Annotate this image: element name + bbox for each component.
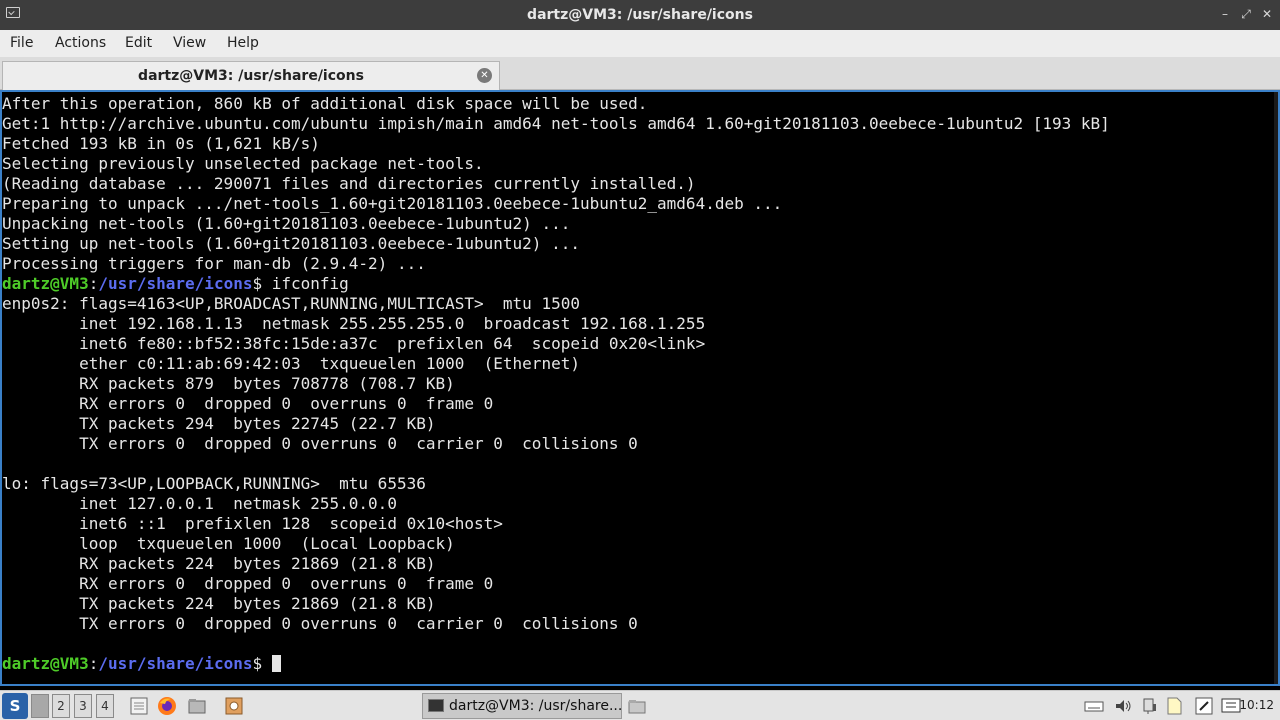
terminal-line: TX errors 0 dropped 0 overruns 0 carrier… bbox=[79, 434, 638, 453]
terminal-line: ether c0:11:ab:69:42:03 txqueuelen 1000 … bbox=[79, 354, 580, 373]
prompt-separator: : bbox=[88, 274, 99, 293]
terminal-line: RX packets 879 bytes 708778 (708.7 KB) bbox=[79, 374, 455, 393]
terminal-line: RX packets 224 bytes 21869 (21.8 KB) bbox=[79, 554, 436, 573]
terminal-task-icon bbox=[428, 699, 444, 712]
menu-help[interactable]: Help bbox=[227, 30, 259, 57]
clock: 10:12 bbox=[1239, 698, 1274, 712]
terminal-line: Setting up net-tools (1.60+git20181103.0… bbox=[2, 234, 580, 253]
terminal-line: Processing triggers for man-db (2.9.4-2)… bbox=[2, 254, 426, 273]
terminal-line: Fetched 193 kB in 0s (1,621 kB/s) bbox=[2, 134, 320, 153]
tab-terminal[interactable]: dartz@VM3: /usr/share/icons ✕ bbox=[2, 61, 500, 90]
command-text: ifconfig bbox=[262, 274, 349, 293]
workspace-1[interactable] bbox=[31, 694, 49, 718]
ifconfig-output: enp0s2: flags=4163<UP,BROADCAST,RUNNING,… bbox=[2, 294, 705, 633]
menu-edit[interactable]: Edit bbox=[125, 30, 152, 57]
tab-label: dartz@VM3: /usr/share/icons bbox=[138, 68, 364, 84]
terminal-scrollbar[interactable] bbox=[1274, 92, 1278, 684]
tab-close-icon[interactable]: ✕ bbox=[477, 68, 492, 83]
text-cursor bbox=[271, 655, 281, 672]
terminal-line: Get:1 http://archive.ubuntu.com/ubuntu i… bbox=[2, 114, 1110, 133]
tab-bar: dartz@VM3: /usr/share/icons ✕ bbox=[0, 57, 1280, 90]
maximize-button[interactable]: ⤢ bbox=[1239, 7, 1253, 21]
terminal-line: RX errors 0 dropped 0 overruns 0 frame 0 bbox=[79, 394, 494, 413]
terminal-line: RX errors 0 dropped 0 overruns 0 frame 0 bbox=[79, 574, 494, 593]
keyboard-icon[interactable] bbox=[1083, 695, 1105, 717]
folder-icon[interactable] bbox=[626, 695, 648, 717]
terminal-line: inet6 fe80::bf52:38fc:15de:a37c prefixle… bbox=[79, 334, 706, 353]
terminal-line: TX errors 0 dropped 0 overruns 0 carrier… bbox=[79, 614, 638, 633]
workspace-3[interactable]: 3 bbox=[74, 694, 92, 718]
terminal-line: Selecting previously unselected package … bbox=[2, 154, 484, 173]
prompt-user-host-current: dartz@VM3 bbox=[2, 654, 89, 673]
prompt-symbol-current: $ bbox=[252, 654, 263, 673]
taskbar-window-button[interactable]: dartz@VM3: /usr/share... bbox=[422, 693, 622, 719]
terminal-view[interactable]: After this operation, 860 kB of addition… bbox=[0, 90, 1280, 686]
prompt-path-current: /usr/share/icons bbox=[98, 654, 253, 673]
terminal-line: inet 127.0.0.1 netmask 255.0.0.0 bbox=[79, 494, 397, 513]
menu-view[interactable]: View bbox=[173, 30, 206, 57]
task-label: dartz@VM3: /usr/share... bbox=[449, 698, 623, 714]
volume-icon[interactable] bbox=[1112, 695, 1134, 717]
window-title: dartz@VM3: /usr/share/icons bbox=[527, 7, 753, 23]
terminal-line: enp0s2: flags=4163<UP,BROADCAST,RUNNING,… bbox=[2, 294, 580, 313]
prompt-symbol: $ bbox=[252, 274, 263, 293]
terminal-line: inet6 ::1 prefixlen 128 scopeid 0x10<hos… bbox=[79, 514, 503, 533]
files-icon[interactable] bbox=[186, 695, 208, 717]
close-button[interactable]: ✕ bbox=[1260, 7, 1274, 21]
terminal-line: After this operation, 860 kB of addition… bbox=[2, 94, 648, 113]
prompt-separator-current: : bbox=[88, 654, 99, 673]
menubar: File Actions Edit View Help bbox=[0, 30, 1280, 57]
terminal-output: After this operation, 860 kB of addition… bbox=[2, 94, 1110, 674]
terminal-line: inet 192.168.1.13 netmask 255.255.255.0 … bbox=[79, 314, 706, 333]
prompt-user-host: dartz@VM3 bbox=[2, 274, 89, 293]
terminal-line: TX packets 224 bytes 21869 (21.8 KB) bbox=[79, 594, 436, 613]
minimize-button[interactable]: – bbox=[1218, 7, 1232, 21]
prompt-path: /usr/share/icons bbox=[98, 274, 253, 293]
firefox-icon[interactable] bbox=[156, 695, 178, 717]
network-icon[interactable] bbox=[1139, 695, 1161, 717]
settings-icon[interactable] bbox=[223, 695, 245, 717]
taskbar: S 2 3 4 dartz@VM3: /usr/share... 10:12 bbox=[0, 690, 1280, 720]
file-manager-icon[interactable] bbox=[128, 695, 150, 717]
menu-file[interactable]: File bbox=[10, 30, 33, 57]
terminal-line: (Reading database ... 290071 files and d… bbox=[2, 174, 696, 193]
search-icon[interactable] bbox=[1193, 695, 1215, 717]
window-titlebar[interactable]: dartz@VM3: /usr/share/icons – ⤢ ✕ bbox=[0, 0, 1280, 30]
start-menu-icon[interactable]: S bbox=[2, 693, 28, 719]
notes-icon[interactable] bbox=[1163, 695, 1185, 717]
terminal-line: lo: flags=73<UP,LOOPBACK,RUNNING> mtu 65… bbox=[2, 474, 426, 493]
terminal-line: TX packets 294 bytes 22745 (22.7 KB) bbox=[79, 414, 436, 433]
install-log: After this operation, 860 kB of addition… bbox=[2, 94, 1110, 273]
menu-actions[interactable]: Actions bbox=[55, 30, 106, 57]
terminal-line: loop txqueuelen 1000 (Local Loopback) bbox=[79, 534, 455, 553]
terminal-line: Unpacking net-tools (1.60+git20181103.0e… bbox=[2, 214, 571, 233]
workspace-2[interactable]: 2 bbox=[52, 694, 70, 718]
terminal-line: Preparing to unpack .../net-tools_1.60+g… bbox=[2, 194, 783, 213]
workspace-4[interactable]: 4 bbox=[96, 694, 114, 718]
